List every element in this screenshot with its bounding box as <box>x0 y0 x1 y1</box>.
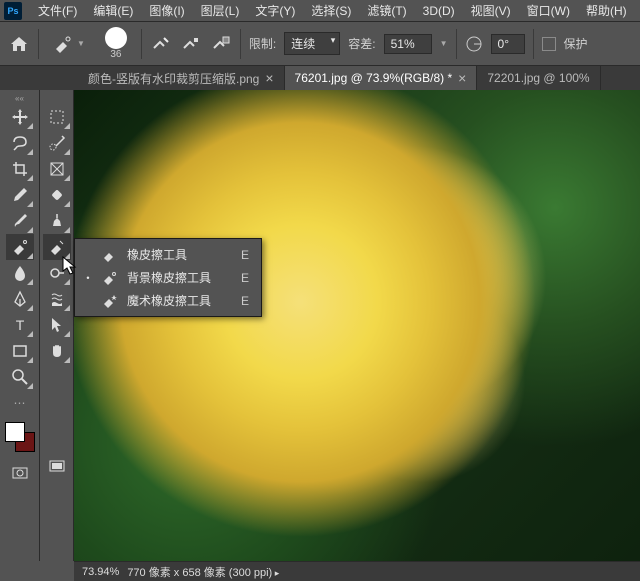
toolbox-col2 <box>40 90 74 561</box>
crop-tool[interactable] <box>6 156 34 182</box>
toolbox: «« T ⋯ <box>0 90 40 561</box>
protect-label: 保护 <box>564 35 588 52</box>
healing-brush-tool[interactable] <box>43 182 71 208</box>
menu-help[interactable]: 帮助(H) <box>578 0 635 22</box>
canvas[interactable] <box>74 90 640 561</box>
divider <box>456 29 457 59</box>
menu-edit[interactable]: 编辑(E) <box>85 0 141 22</box>
quick-select-tool[interactable] <box>43 130 71 156</box>
flyout-shortcut: E <box>241 294 249 308</box>
close-icon[interactable]: × <box>458 71 466 85</box>
status-bar: 73.94% 770 像素 x 658 像素 (300 ppi) <box>74 561 640 581</box>
tolerance-label: 容差: <box>348 35 375 52</box>
bg-eraser-icon <box>101 270 119 286</box>
tolerance-value[interactable]: 51% <box>384 34 432 54</box>
workspace: «« T ⋯ <box>0 90 640 561</box>
flyout-label: 背景橡皮擦工具 <box>127 269 223 286</box>
angle-value[interactable]: 0° <box>491 34 525 54</box>
menu-filter[interactable]: 滤镜(T) <box>359 0 414 22</box>
app-logo: Ps <box>4 2 22 20</box>
protect-foreground-checkbox[interactable] <box>542 37 556 51</box>
svg-text:T: T <box>15 317 24 333</box>
eyedropper-tool[interactable] <box>6 182 34 208</box>
flyout-item-eraser[interactable]: 橡皮擦工具 E <box>75 243 261 266</box>
document-tab[interactable]: 76201.jpg @ 73.9%(RGB/8) * × <box>285 66 478 90</box>
flyout-label: 魔术橡皮擦工具 <box>127 292 223 309</box>
flyout-label: 橡皮擦工具 <box>127 246 223 263</box>
brush-tool[interactable] <box>6 208 34 234</box>
divider <box>533 29 534 59</box>
rectangle-tool[interactable] <box>6 338 34 364</box>
blur-tool[interactable] <box>6 260 34 286</box>
options-bar: ▼ 36 限制: 连续 容差: 51% ▼ 0° 保护 <box>0 22 640 66</box>
flyout-shortcut: E <box>241 271 249 285</box>
divider <box>240 29 241 59</box>
document-tab[interactable]: 72201.jpg @ 100% <box>477 66 600 90</box>
angle-icon[interactable] <box>465 35 483 53</box>
clone-stamp-tool[interactable] <box>43 208 71 234</box>
menu-layer[interactable]: 图层(L) <box>193 0 248 22</box>
flyout-item-magic-eraser[interactable]: 魔术橡皮擦工具 E <box>75 289 261 312</box>
home-icon[interactable] <box>8 33 30 55</box>
sampling-continuous-icon[interactable] <box>150 33 172 55</box>
tab-label: 颜色-竖版有水印裁剪压缩版.png <box>88 70 259 87</box>
hand-tool[interactable] <box>43 338 71 364</box>
limit-label: 限制: <box>249 35 276 52</box>
chevron-down-icon: ▼ <box>77 39 85 48</box>
path-select-tool[interactable] <box>43 312 71 338</box>
eraser-flyout-menu: 橡皮擦工具 E • 背景橡皮擦工具 E 魔术橡皮擦工具 E <box>74 238 262 317</box>
brush-size-label: 36 <box>99 49 133 60</box>
flyout-shortcut: E <box>241 248 249 262</box>
brush-dot-icon <box>105 27 127 49</box>
chevron-down-icon[interactable]: ▼ <box>440 39 448 48</box>
divider <box>141 29 142 59</box>
close-icon[interactable]: × <box>265 71 273 85</box>
screen-mode-icon[interactable] <box>43 454 71 480</box>
divider <box>38 29 39 59</box>
cursor-icon <box>62 256 78 276</box>
eraser-tool[interactable] <box>6 234 34 260</box>
toolbox-collapse-icon[interactable] <box>40 92 73 104</box>
lasso-tool[interactable] <box>6 130 34 156</box>
flyout-mark: • <box>83 273 93 283</box>
color-swatches[interactable] <box>5 422 35 452</box>
marquee-tool[interactable] <box>43 104 71 130</box>
frame-tool[interactable] <box>43 156 71 182</box>
document-image <box>74 90 640 561</box>
gradient-tool[interactable] <box>43 286 71 312</box>
menu-3d[interactable]: 3D(D) <box>415 0 463 22</box>
edit-toolbar-icon[interactable]: ⋯ <box>6 390 34 416</box>
foreground-color-swatch[interactable] <box>5 422 25 442</box>
menu-window[interactable]: 窗口(W) <box>519 0 578 22</box>
zoom-tool[interactable] <box>6 364 34 390</box>
document-dimensions[interactable]: 770 像素 x 658 像素 (300 ppi) <box>127 564 279 580</box>
magic-eraser-icon <box>101 293 119 309</box>
move-tool[interactable] <box>6 104 34 130</box>
sampling-once-icon[interactable] <box>180 33 202 55</box>
eraser-icon <box>101 247 119 263</box>
tool-preset[interactable]: ▼ <box>47 34 91 54</box>
pen-tool[interactable] <box>6 286 34 312</box>
menu-select[interactable]: 选择(S) <box>303 0 359 22</box>
menu-image[interactable]: 图像(I) <box>141 0 192 22</box>
quick-mask-icon[interactable] <box>6 460 34 486</box>
flyout-item-bg-eraser[interactable]: • 背景橡皮擦工具 E <box>75 266 261 289</box>
bg-eraser-icon <box>53 34 73 54</box>
limit-select[interactable]: 连续 <box>284 32 340 55</box>
menu-type[interactable]: 文字(Y) <box>247 0 303 22</box>
tab-label: 76201.jpg @ 73.9%(RGB/8) * <box>295 71 453 85</box>
tab-label: 72201.jpg @ 100% <box>487 71 589 85</box>
brush-preview[interactable]: 36 <box>99 27 133 60</box>
document-tabs: 颜色-竖版有水印裁剪压缩版.png × 76201.jpg @ 73.9%(RG… <box>0 66 640 90</box>
menu-bar: Ps 文件(F) 编辑(E) 图像(I) 图层(L) 文字(Y) 选择(S) 滤… <box>0 0 640 22</box>
toolbox-collapse-icon[interactable]: «« <box>0 92 39 104</box>
menu-file[interactable]: 文件(F) <box>30 0 85 22</box>
sampling-swatch-icon[interactable] <box>210 33 232 55</box>
zoom-level[interactable]: 73.94% <box>82 566 119 578</box>
type-tool[interactable]: T <box>6 312 34 338</box>
menu-view[interactable]: 视图(V) <box>463 0 519 22</box>
document-tab[interactable]: 颜色-竖版有水印裁剪压缩版.png × <box>78 66 285 90</box>
